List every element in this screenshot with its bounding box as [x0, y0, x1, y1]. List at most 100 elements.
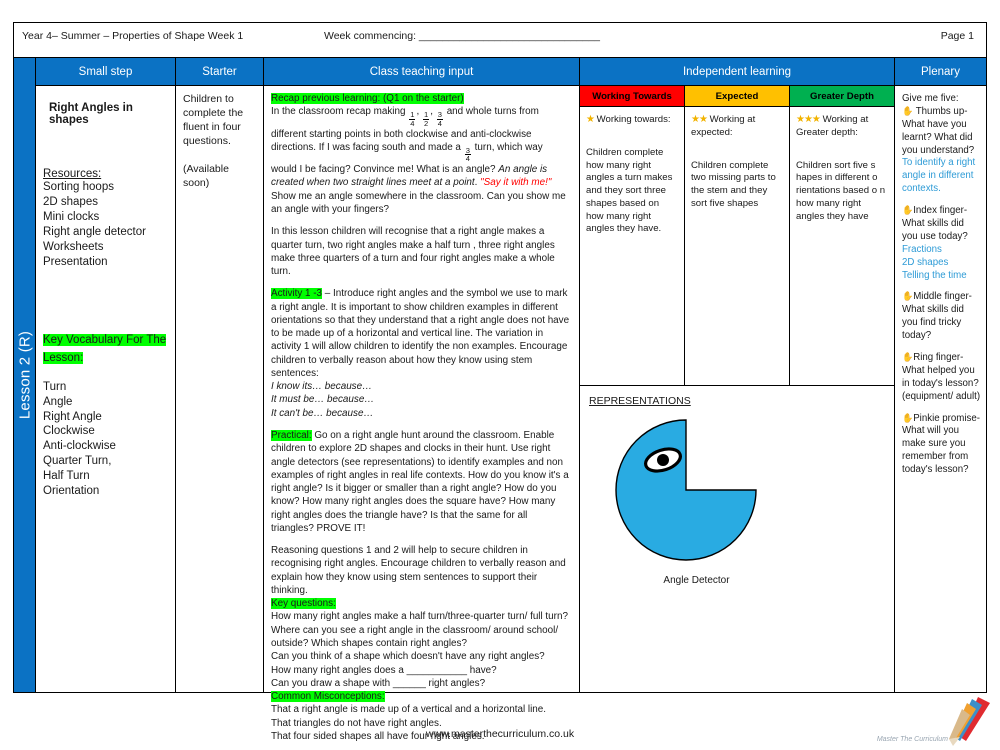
band-body-expected: ★★ Working at expected: Children complet… — [685, 107, 789, 211]
small-step-title: Right Angles in shapes — [49, 102, 133, 126]
band-description: Children complete how many right angles … — [586, 146, 673, 235]
plenary-item-pinkie: ✋Pinkie promise- What will you make sure… — [902, 413, 981, 477]
practical-text: Go on a right angle hunt around the clas… — [271, 430, 569, 534]
plenary-prompt: Ring finger- What helped you in today's … — [902, 352, 981, 402]
header-page-number: Page 1 — [940, 30, 974, 42]
activity-text: – Introduce right angles and the symbol … — [271, 288, 570, 379]
plenary-body: Give me five: ✋ Thumbs up- What have you… — [895, 86, 986, 692]
say-it-with-me: "Say it with me!" — [480, 177, 552, 189]
key-question: Can you think of a shape which doesn't h… — [271, 651, 545, 663]
recap-text-e: Show me an angle somewhere in the classr… — [271, 190, 566, 216]
recap-text-a: In the classroom recap making — [271, 106, 406, 118]
starter-availability: (Available soon) — [183, 162, 229, 189]
list-item: Anti-clockwise — [43, 440, 116, 453]
column-header-small-step: Small step — [36, 58, 175, 86]
stem-sentence: It must be… because… — [271, 394, 375, 406]
plenary-item-thumbs-up: Give me five: ✋ Thumbs up- What have you… — [902, 93, 981, 196]
list-item: Right Angle — [43, 410, 102, 423]
representations-title: REPRESENTATIONS — [589, 395, 691, 407]
fraction-three-quarters-2: 34 — [464, 145, 471, 164]
list-item: Clockwise — [43, 425, 95, 438]
star-rating: ★★★ — [796, 114, 821, 125]
page-header: Year 4– Summer – Properties of Shape Wee… — [13, 22, 987, 57]
plenary-item-index-finger: ✋Index finger- What skills did you use t… — [902, 205, 981, 282]
stem-sentence: I know its… because… — [271, 381, 372, 393]
plenary-prompt: Pinkie promise- What will you make sure … — [902, 412, 980, 476]
key-questions-label: Key questions: — [271, 598, 336, 610]
band-header-expected: Expected — [685, 86, 789, 107]
hand-icon: ✋ — [902, 412, 914, 423]
plenary-prompt: Middle finger- What skills did you find … — [902, 291, 972, 342]
hand-icon: ✋ — [902, 205, 914, 216]
list-item: Right angle detector — [43, 225, 146, 238]
header-week-commencing: Week commencing: _______________________… — [324, 30, 600, 42]
plenary-prompt: Thumbs up- What have you learnt? What di… — [902, 105, 975, 156]
small-step-body: Right Angles in shapes Resources: Sortin… — [36, 86, 175, 692]
band-header-working-towards: Working Towards — [580, 86, 684, 107]
band-working-towards: Working Towards ★ Working towards: Child… — [580, 86, 685, 385]
plenary-item-middle-finger: ✋Middle finger- What skills did you find… — [902, 291, 981, 343]
band-subtitle: Working towards: — [596, 114, 671, 125]
figure-caption: Angle Detector — [663, 575, 730, 586]
header-title: Year 4– Summer – Properties of Shape Wee… — [22, 30, 244, 42]
stem-sentence: It can't be… because… — [271, 407, 374, 419]
fraction-one-quarter: 14 — [409, 110, 416, 128]
footer-website-url[interactable]: www.masterthecurriculum.co.uk — [0, 728, 1000, 740]
plenary-answer: 2D shapes — [902, 256, 949, 268]
column-header-starter: Starter — [176, 58, 263, 86]
practical-paragraph: Practical: Go on a right angle hunt arou… — [271, 429, 571, 535]
plenary-answer: Telling the time — [902, 269, 967, 281]
column-class-teaching-input: Class teaching input Recap previous lear… — [264, 58, 580, 742]
angle-detector-figure — [611, 415, 761, 565]
band-header-greater-depth: Greater Depth — [790, 86, 894, 107]
plenary-intro: Give me five: — [902, 93, 959, 104]
attainment-bands: Working Towards ★ Working towards: Child… — [580, 86, 894, 386]
independent-learning-body: Working Towards ★ Working towards: Child… — [580, 86, 894, 692]
class-teaching-body: Recap previous learning: (Q1 on the star… — [264, 86, 579, 742]
hand-icon: ✋ — [902, 352, 914, 363]
list-item: Worksheets — [43, 240, 104, 253]
list-item: Quarter Turn, — [43, 455, 112, 468]
column-header-plenary: Plenary — [895, 58, 986, 86]
resources-list: Sorting hoops 2D shapes Mini clocks Righ… — [43, 180, 169, 270]
key-vocabulary-list: Turn Angle Right Angle Clockwise Anti-cl… — [43, 380, 169, 500]
reasoning-text: Reasoning questions 1 and 2 will help to… — [271, 545, 566, 596]
fraction-one-half: 12 — [422, 110, 430, 128]
activity-label: Activity 1 -3 — [271, 288, 323, 300]
star-rating: ★★ — [691, 114, 708, 125]
list-item: Sorting hoops — [43, 181, 114, 193]
resources-heading: Resources: — [43, 168, 102, 180]
list-item: Presentation — [43, 255, 108, 268]
lesson-spine-label: Lesson 2 (R) — [16, 330, 33, 420]
starter-text: Children to complete the fluent in four … — [183, 93, 244, 147]
misconception: That a right angle is made up of a verti… — [271, 704, 547, 716]
misconception: That triangles do not have right angles. — [271, 717, 442, 729]
fraction-three-quarters: 34 — [436, 110, 443, 128]
key-vocabulary-heading: Key Vocabulary For The Lesson: — [43, 333, 167, 364]
band-description: Children complete two missing parts to t… — [691, 159, 776, 209]
key-question: Where can you see a right angle in the c… — [271, 624, 559, 649]
key-question: How many right angles make a half turn/t… — [271, 611, 568, 623]
pacman-angle-detector-icon — [615, 419, 757, 561]
list-item: Turn — [43, 380, 67, 393]
plenary-answer: Fractions — [902, 243, 942, 255]
activity-paragraph: Activity 1 -3 – Introduce right angles a… — [271, 287, 571, 420]
practical-label: Practical: — [271, 430, 312, 441]
band-description: Children sort five s hapes in different … — [796, 159, 886, 222]
lesson-overview-paragraph: In this lesson children will recognise t… — [271, 226, 555, 278]
column-header-independent-learning: Independent learning — [580, 58, 894, 86]
starter-body: Children to complete the fluent in four … — [176, 86, 263, 692]
recap-paragraph: Recap previous learning: (Q1 on the star… — [271, 93, 566, 216]
representations-section: REPRESENTATIONS Angle Detector — [580, 386, 894, 692]
band-greater-depth: Greater Depth ★★★ Working at Greater dep… — [790, 86, 894, 385]
key-vocabulary-section: Key Vocabulary For The Lesson: — [43, 330, 169, 366]
list-item: 2D shapes — [43, 195, 98, 208]
lesson-plan-table: Lesson 2 (R) Small step Right Angles in … — [13, 57, 987, 742]
column-header-class-teaching-input: Class teaching input — [264, 58, 579, 86]
recap-label: Recap previous learning: (Q1 on the star… — [271, 93, 464, 104]
lesson-plan-page: Year 4– Summer – Properties of Shape Wee… — [0, 0, 1000, 750]
logo-wordmark: Master The Curriculum — [876, 736, 948, 743]
